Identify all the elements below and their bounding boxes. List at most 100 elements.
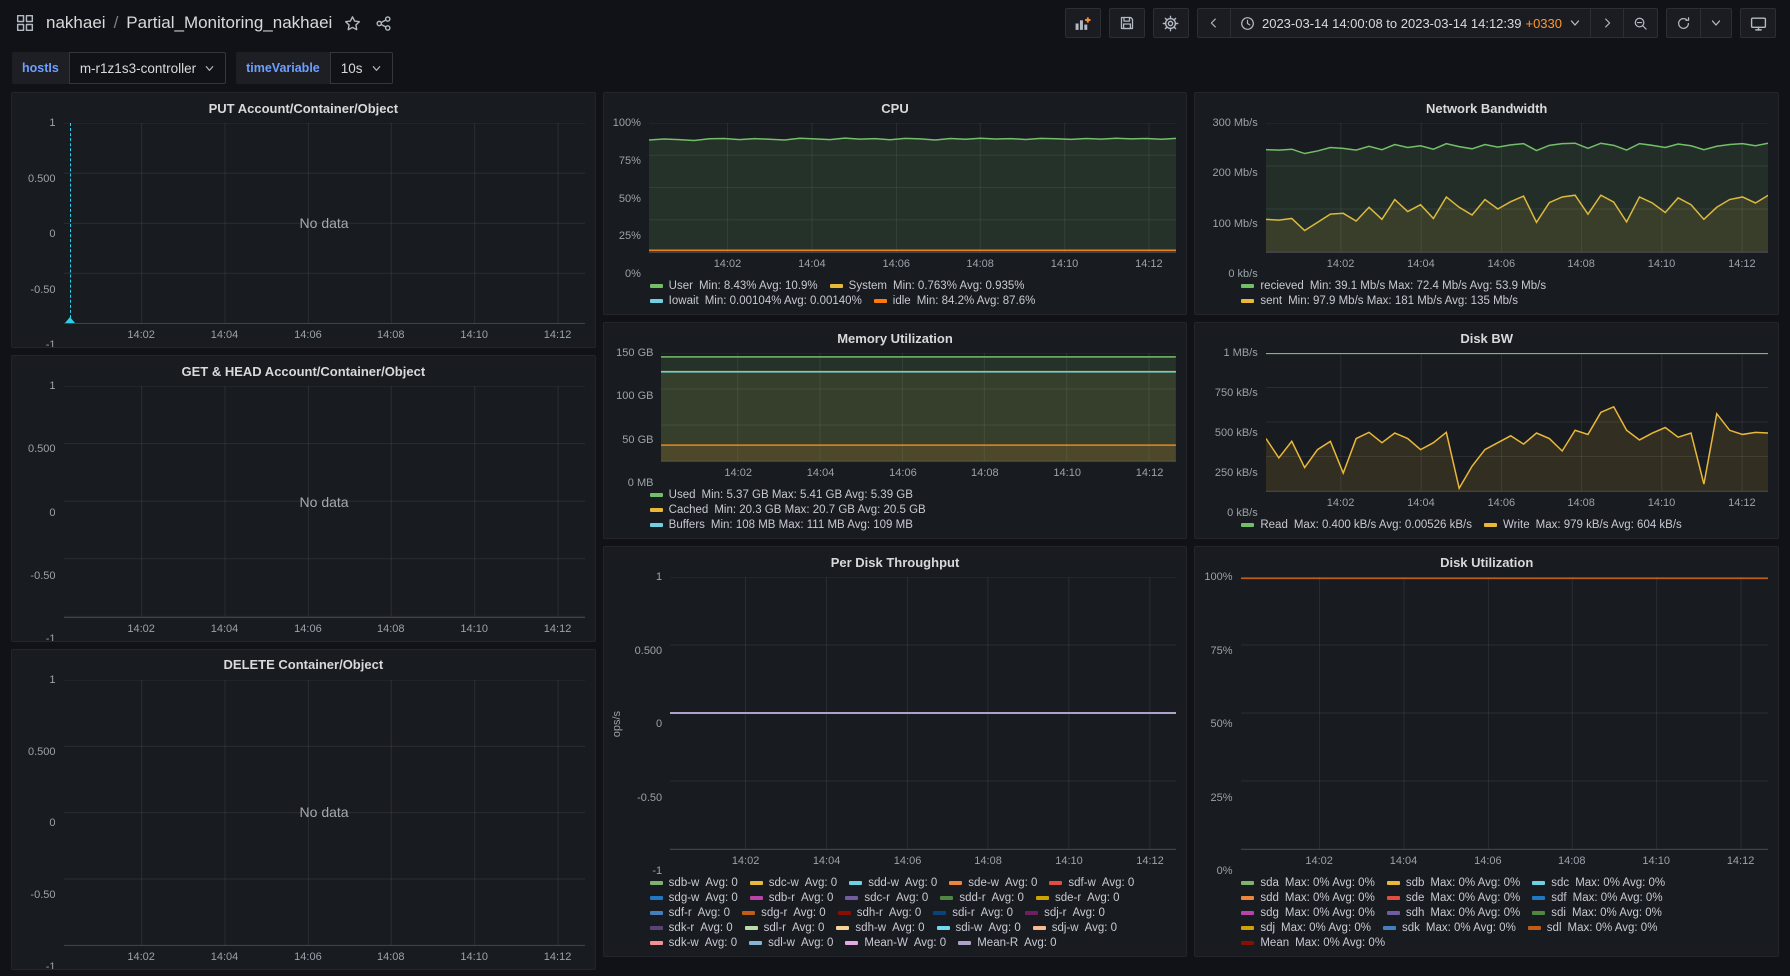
- legend-item-sdh-w[interactable]: sdh-w Avg: 0: [836, 922, 925, 934]
- legend-item-sdi[interactable]: sdi Max: 0% Avg: 0%: [1532, 907, 1662, 919]
- legend-item-sdf[interactable]: sdf Max: 0% Avg: 0%: [1532, 892, 1663, 904]
- legend-item-Iowait[interactable]: Iowait Min: 0.00104% Avg: 0.00140%: [649, 295, 862, 307]
- legend-item-sdd-r[interactable]: sdd-r Avg: 0: [940, 892, 1024, 904]
- legend-color-icon: [1386, 896, 1400, 900]
- zoom-out-button[interactable]: [1623, 9, 1657, 37]
- legend-item-sdc-r[interactable]: sdc-r Avg: 0: [845, 892, 928, 904]
- x-tick-label: 14:02: [724, 467, 752, 479]
- plot-area[interactable]: [670, 577, 1177, 850]
- legend-item-Mean-W[interactable]: Mean-W Avg: 0: [845, 937, 946, 949]
- legend-item-sde[interactable]: sde Max: 0% Avg: 0%: [1386, 892, 1520, 904]
- panel-title[interactable]: DELETE Container/Object: [12, 650, 595, 680]
- breadcrumb-space[interactable]: nakhaei: [46, 13, 106, 33]
- legend-item-sdl[interactable]: sdl Max: 0% Avg: 0%: [1527, 922, 1657, 934]
- legend-item-sdf-r[interactable]: sdf-r Avg: 0: [649, 907, 730, 919]
- plot-area[interactable]: [661, 353, 1177, 462]
- variable-hostIs-value-dropdown[interactable]: m-r1z1s3-controller: [68, 52, 227, 84]
- chart-region: 300 Mb/s 200 Mb/s 100 Mb/s 0 kb/s 14:02 14:04…: [1195, 117, 1778, 280]
- legend-series-name: sdd: [1260, 892, 1279, 904]
- apps-grid-icon[interactable]: [14, 12, 36, 34]
- time-shift-forward-button[interactable]: [1590, 9, 1623, 37]
- y-tick-label: 0%: [624, 268, 641, 280]
- legend-item-sdg-r[interactable]: sdg-r Avg: 0: [742, 907, 826, 919]
- x-tick-label: 14:10: [1647, 497, 1676, 509]
- time-shift-back-button[interactable]: [1198, 9, 1230, 37]
- legend-item-sdb[interactable]: sdb Max: 0% Avg: 0%: [1386, 877, 1520, 889]
- plot-area[interactable]: [1240, 577, 1769, 850]
- legend-series-name: sde-w: [968, 877, 999, 889]
- legend-item-sdb-w[interactable]: sdb-w Avg: 0: [649, 877, 738, 889]
- timezone-offset: +0330: [1525, 15, 1562, 31]
- legend-item-Write[interactable]: Write Max: 979 kB/s Avg: 604 kB/s: [1484, 519, 1682, 531]
- legend-series-stats: Avg: 0: [1004, 877, 1038, 889]
- legend-item-User[interactable]: User Min: 8.43% Avg: 10.9%: [649, 280, 818, 292]
- legend-item-Cached[interactable]: Cached Min: 20.3 GB Max: 20.7 GB Avg: 20.…: [649, 504, 926, 516]
- kiosk-mode-button[interactable]: [1740, 8, 1776, 38]
- legend-item-Used[interactable]: Used Min: 5.37 GB Max: 5.41 GB Avg: 5.39 …: [649, 489, 913, 501]
- legend-item-idle[interactable]: idle Min: 84.2% Avg: 87.6%: [873, 295, 1035, 307]
- legend-item-sent[interactable]: sent Min: 97.9 Mb/s Max: 181 Mb/s Avg: 13…: [1241, 295, 1518, 307]
- legend-item-sdh-r[interactable]: sdh-r Avg: 0: [837, 907, 921, 919]
- plot-area[interactable]: [1265, 123, 1769, 253]
- legend-item-System[interactable]: System Min: 0.763% Avg: 0.935%: [829, 280, 1025, 292]
- refresh-interval-dropdown[interactable]: [1700, 9, 1731, 37]
- dashboard-settings-button[interactable]: [1152, 8, 1189, 38]
- legend-item-sdf-w[interactable]: sdf-w Avg: 0: [1049, 877, 1134, 889]
- chart-region: ops/s 1 0.500 0 -0.50 -1 14:02 14:04 14:06 14:08 1…: [604, 571, 1187, 877]
- legend-item-sdi-w[interactable]: sdi-w Avg: 0: [936, 922, 1021, 934]
- y-tick-label: 1: [49, 380, 56, 393]
- legend-item-sdc[interactable]: sdc Max: 0% Avg: 0%: [1532, 877, 1665, 889]
- legend-item-Mean-R[interactable]: Mean-R Avg: 0: [958, 937, 1057, 949]
- share-icon[interactable]: [373, 13, 394, 34]
- plot-area[interactable]: [1265, 353, 1769, 492]
- legend-item-sda[interactable]: sda Max: 0% Avg: 0%: [1241, 877, 1375, 889]
- refresh-button[interactable]: [1667, 9, 1700, 37]
- legend-item-sdg-w[interactable]: sdg-w Avg: 0: [649, 892, 738, 904]
- star-icon[interactable]: [342, 13, 363, 34]
- legend-item-sdc-w[interactable]: sdc-w Avg: 0: [749, 877, 837, 889]
- monitor-icon: [1750, 16, 1766, 31]
- plot-area[interactable]: No data: [63, 680, 585, 946]
- legend-item-sdl-w[interactable]: sdl-w Avg: 0: [749, 937, 833, 949]
- legend-item-Mean[interactable]: Mean Max: 0% Avg: 0%: [1241, 937, 1385, 949]
- legend-item-sdb-r[interactable]: sdb-r Avg: 0: [749, 892, 833, 904]
- legend-color-icon: [649, 941, 663, 945]
- panel-delete: DELETE Container/Object 1 0.500 0 -0.50 -1 No …: [11, 648, 596, 970]
- plot-area[interactable]: [648, 123, 1177, 253]
- time-range-picker[interactable]: 2023-03-14 14:00:08 to 2023-03-14 14:12:…: [1229, 9, 1590, 37]
- legend-item-sdj-r[interactable]: sdj-r Avg: 0: [1025, 907, 1105, 919]
- save-dashboard-button[interactable]: [1108, 8, 1145, 38]
- legend-item-Read[interactable]: Read Max: 0.400 kB/s Avg: 0.00526 kB/s: [1241, 519, 1472, 531]
- panel-title[interactable]: CPU: [604, 93, 1187, 123]
- legend-color-icon: [1532, 896, 1546, 900]
- breadcrumb-dashboard[interactable]: Partial_Monitoring_nakhaei: [126, 13, 332, 33]
- add-panel-button[interactable]: [1064, 8, 1101, 38]
- panel-title[interactable]: PUT Account/Container/Object: [12, 93, 595, 123]
- panel-title[interactable]: Disk BW: [1195, 323, 1778, 353]
- legend-item-sdl-r[interactable]: sdl-r Avg: 0: [744, 922, 824, 934]
- legend-item-recieved[interactable]: recieved Min: 39.1 Mb/s Max: 72.4 Mb/s Av…: [1241, 280, 1546, 292]
- panel-title[interactable]: Per Disk Throughput: [604, 547, 1187, 577]
- panel-get-head: GET & HEAD Account/Container/Object 1 0.50…: [11, 355, 596, 642]
- legend-item-sdd-w[interactable]: sdd-w Avg: 0: [849, 877, 937, 889]
- panel-title[interactable]: Disk Utilization: [1195, 547, 1778, 577]
- legend-item-sdk-w[interactable]: sdk-w Avg: 0: [649, 937, 737, 949]
- legend-item-sdi-r[interactable]: sdi-r Avg: 0: [933, 907, 1013, 919]
- plot-area[interactable]: No data: [63, 123, 585, 325]
- legend-item-sdh[interactable]: sdh Max: 0% Avg: 0%: [1386, 907, 1520, 919]
- legend-item-sde-r[interactable]: sde-r Avg: 0: [1035, 892, 1120, 904]
- legend-item-sdd[interactable]: sdd Max: 0% Avg: 0%: [1241, 892, 1375, 904]
- legend-item-sdk[interactable]: sdk Max: 0% Avg: 0%: [1382, 922, 1516, 934]
- legend-item-sdj[interactable]: sdj Max: 0% Avg: 0%: [1241, 922, 1371, 934]
- panel-title[interactable]: GET & HEAD Account/Container/Object: [12, 356, 595, 386]
- legend-item-Buffers[interactable]: Buffers Min: 108 MB Max: 111 MB Avg: 109 …: [649, 519, 913, 531]
- x-tick-label: 14:02: [127, 622, 155, 635]
- plot-area[interactable]: No data: [63, 386, 585, 618]
- variable-timeVariable-value-dropdown[interactable]: 10s: [329, 52, 393, 84]
- legend-item-sdg[interactable]: sdg Max: 0% Avg: 0%: [1241, 907, 1375, 919]
- panel-title[interactable]: Memory Utilization: [604, 323, 1187, 353]
- legend-item-sdj-w[interactable]: sdj-w Avg: 0: [1032, 922, 1117, 934]
- legend-item-sdk-r[interactable]: sdk-r Avg: 0: [649, 922, 733, 934]
- legend-item-sde-w[interactable]: sde-w Avg: 0: [949, 877, 1037, 889]
- panel-title[interactable]: Network Bandwidth: [1195, 93, 1778, 123]
